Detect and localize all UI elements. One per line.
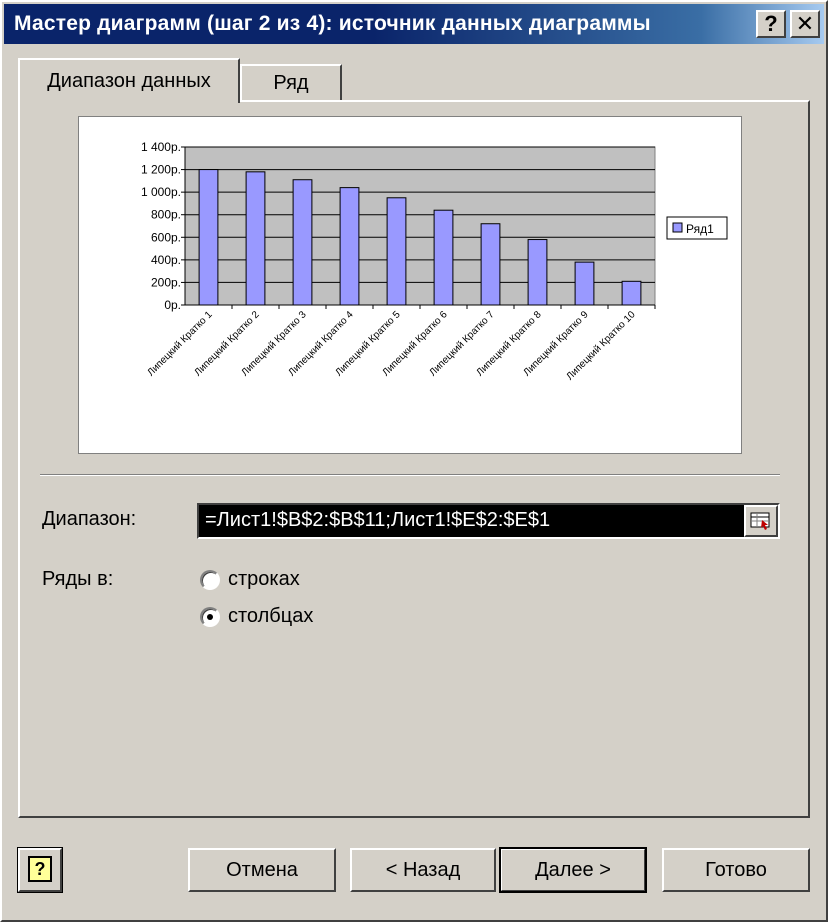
title-bar[interactable]: Мастер диаграмм (шаг 2 из 4): источник д…	[4, 4, 824, 44]
y-tick-label: 0р.	[164, 298, 181, 312]
series-in-label: Ряды в:	[42, 568, 114, 590]
tab-series-label: Ряд	[273, 71, 309, 94]
help-title-button[interactable]: ?	[756, 10, 786, 38]
bar	[339, 187, 360, 306]
bar	[574, 261, 595, 306]
legend-label: Ряд1	[686, 222, 714, 236]
back-button[interactable]: < Назад	[350, 848, 496, 892]
help-icon: ?	[28, 856, 52, 882]
tab-data-range[interactable]: Диапазон данных	[18, 58, 240, 103]
radio-columns[interactable]: столбцах	[200, 605, 313, 628]
range-label: Диапазон:	[42, 508, 137, 530]
radio-rows-button[interactable]	[200, 569, 220, 590]
y-tick-label: 1 200р.	[141, 163, 181, 177]
chart-preview: 0р. 200р. 400р. 600р. 800р. 1 000р. 1 200р. 1 4…	[78, 116, 742, 454]
y-tick-label: 1 000р.	[141, 185, 181, 199]
bar	[386, 197, 407, 306]
bar	[480, 223, 501, 306]
bar	[292, 179, 313, 306]
bar	[433, 209, 454, 306]
y-tick-label: 600р.	[151, 230, 181, 244]
close-button[interactable]: ✕	[790, 10, 820, 38]
tab-series[interactable]: Ряд	[240, 64, 342, 100]
collapse-dialog-icon	[750, 512, 770, 530]
radio-columns-button[interactable]	[200, 606, 220, 627]
dialog-title: Мастер диаграмм (шаг 2 из 4): источник д…	[14, 12, 651, 35]
collapse-dialog-button[interactable]	[744, 505, 778, 537]
radio-rows-label: строках	[228, 568, 300, 590]
range-input-value: =Лист1!$B$2:$B$11;Лист1!$E$2:$E$1	[205, 509, 551, 531]
separator	[40, 474, 780, 476]
legend-swatch	[672, 222, 683, 233]
cancel-button[interactable]: Отмена	[188, 848, 336, 892]
y-tick-label: 200р.	[151, 275, 181, 289]
tab-data-range-label: Диапазон данных	[47, 70, 211, 92]
next-button[interactable]: Далее >	[499, 847, 647, 893]
bar	[198, 169, 219, 306]
y-tick-label: 400р.	[151, 253, 181, 267]
chart-svg: 0р. 200р. 400р. 600р. 800р. 1 000р. 1 200р. 1 4…	[141, 140, 728, 382]
y-tick-label: 1 400р.	[141, 140, 181, 154]
help-button[interactable]: ?	[17, 847, 63, 893]
y-tick-label: 800р.	[151, 208, 181, 222]
radio-columns-label: столбцах	[228, 605, 314, 627]
bar	[527, 239, 548, 306]
bar	[245, 171, 266, 306]
finish-button[interactable]: Готово	[662, 848, 810, 892]
range-input[interactable]: =Лист1!$B$2:$B$11;Лист1!$E$2:$E$1	[197, 503, 780, 539]
radio-rows[interactable]: строках	[200, 568, 300, 591]
bar	[621, 280, 642, 306]
